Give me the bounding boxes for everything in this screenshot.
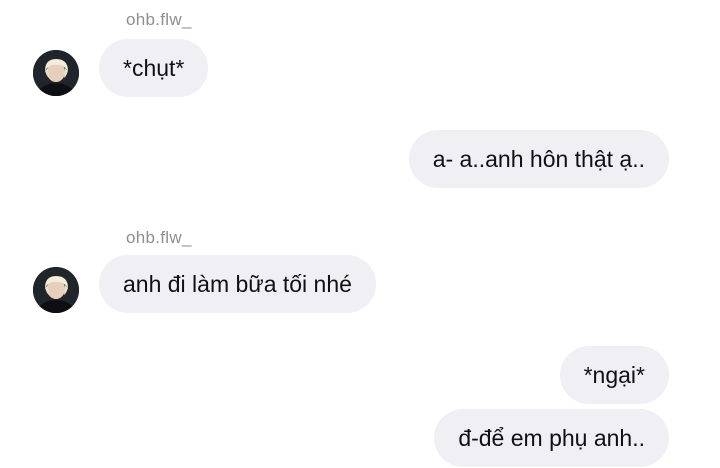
- avatar[interactable]: [33, 50, 79, 96]
- message-bubble[interactable]: *chụt*: [99, 39, 209, 97]
- avatar[interactable]: [33, 267, 79, 313]
- message-bubble[interactable]: a- a..anh hôn thật ạ..: [408, 130, 669, 188]
- avatar-photo-icon: [33, 50, 79, 96]
- message-bubble[interactable]: anh đi làm bữa tối nhé: [99, 255, 376, 313]
- sender-name: ohb.flw_: [126, 228, 192, 247]
- message-bubble[interactable]: đ-để em phụ anh..: [434, 409, 669, 467]
- sender-name: ohb.flw_: [126, 10, 192, 29]
- avatar-photo-icon: [33, 267, 79, 313]
- message-bubble[interactable]: *ngại*: [559, 346, 669, 404]
